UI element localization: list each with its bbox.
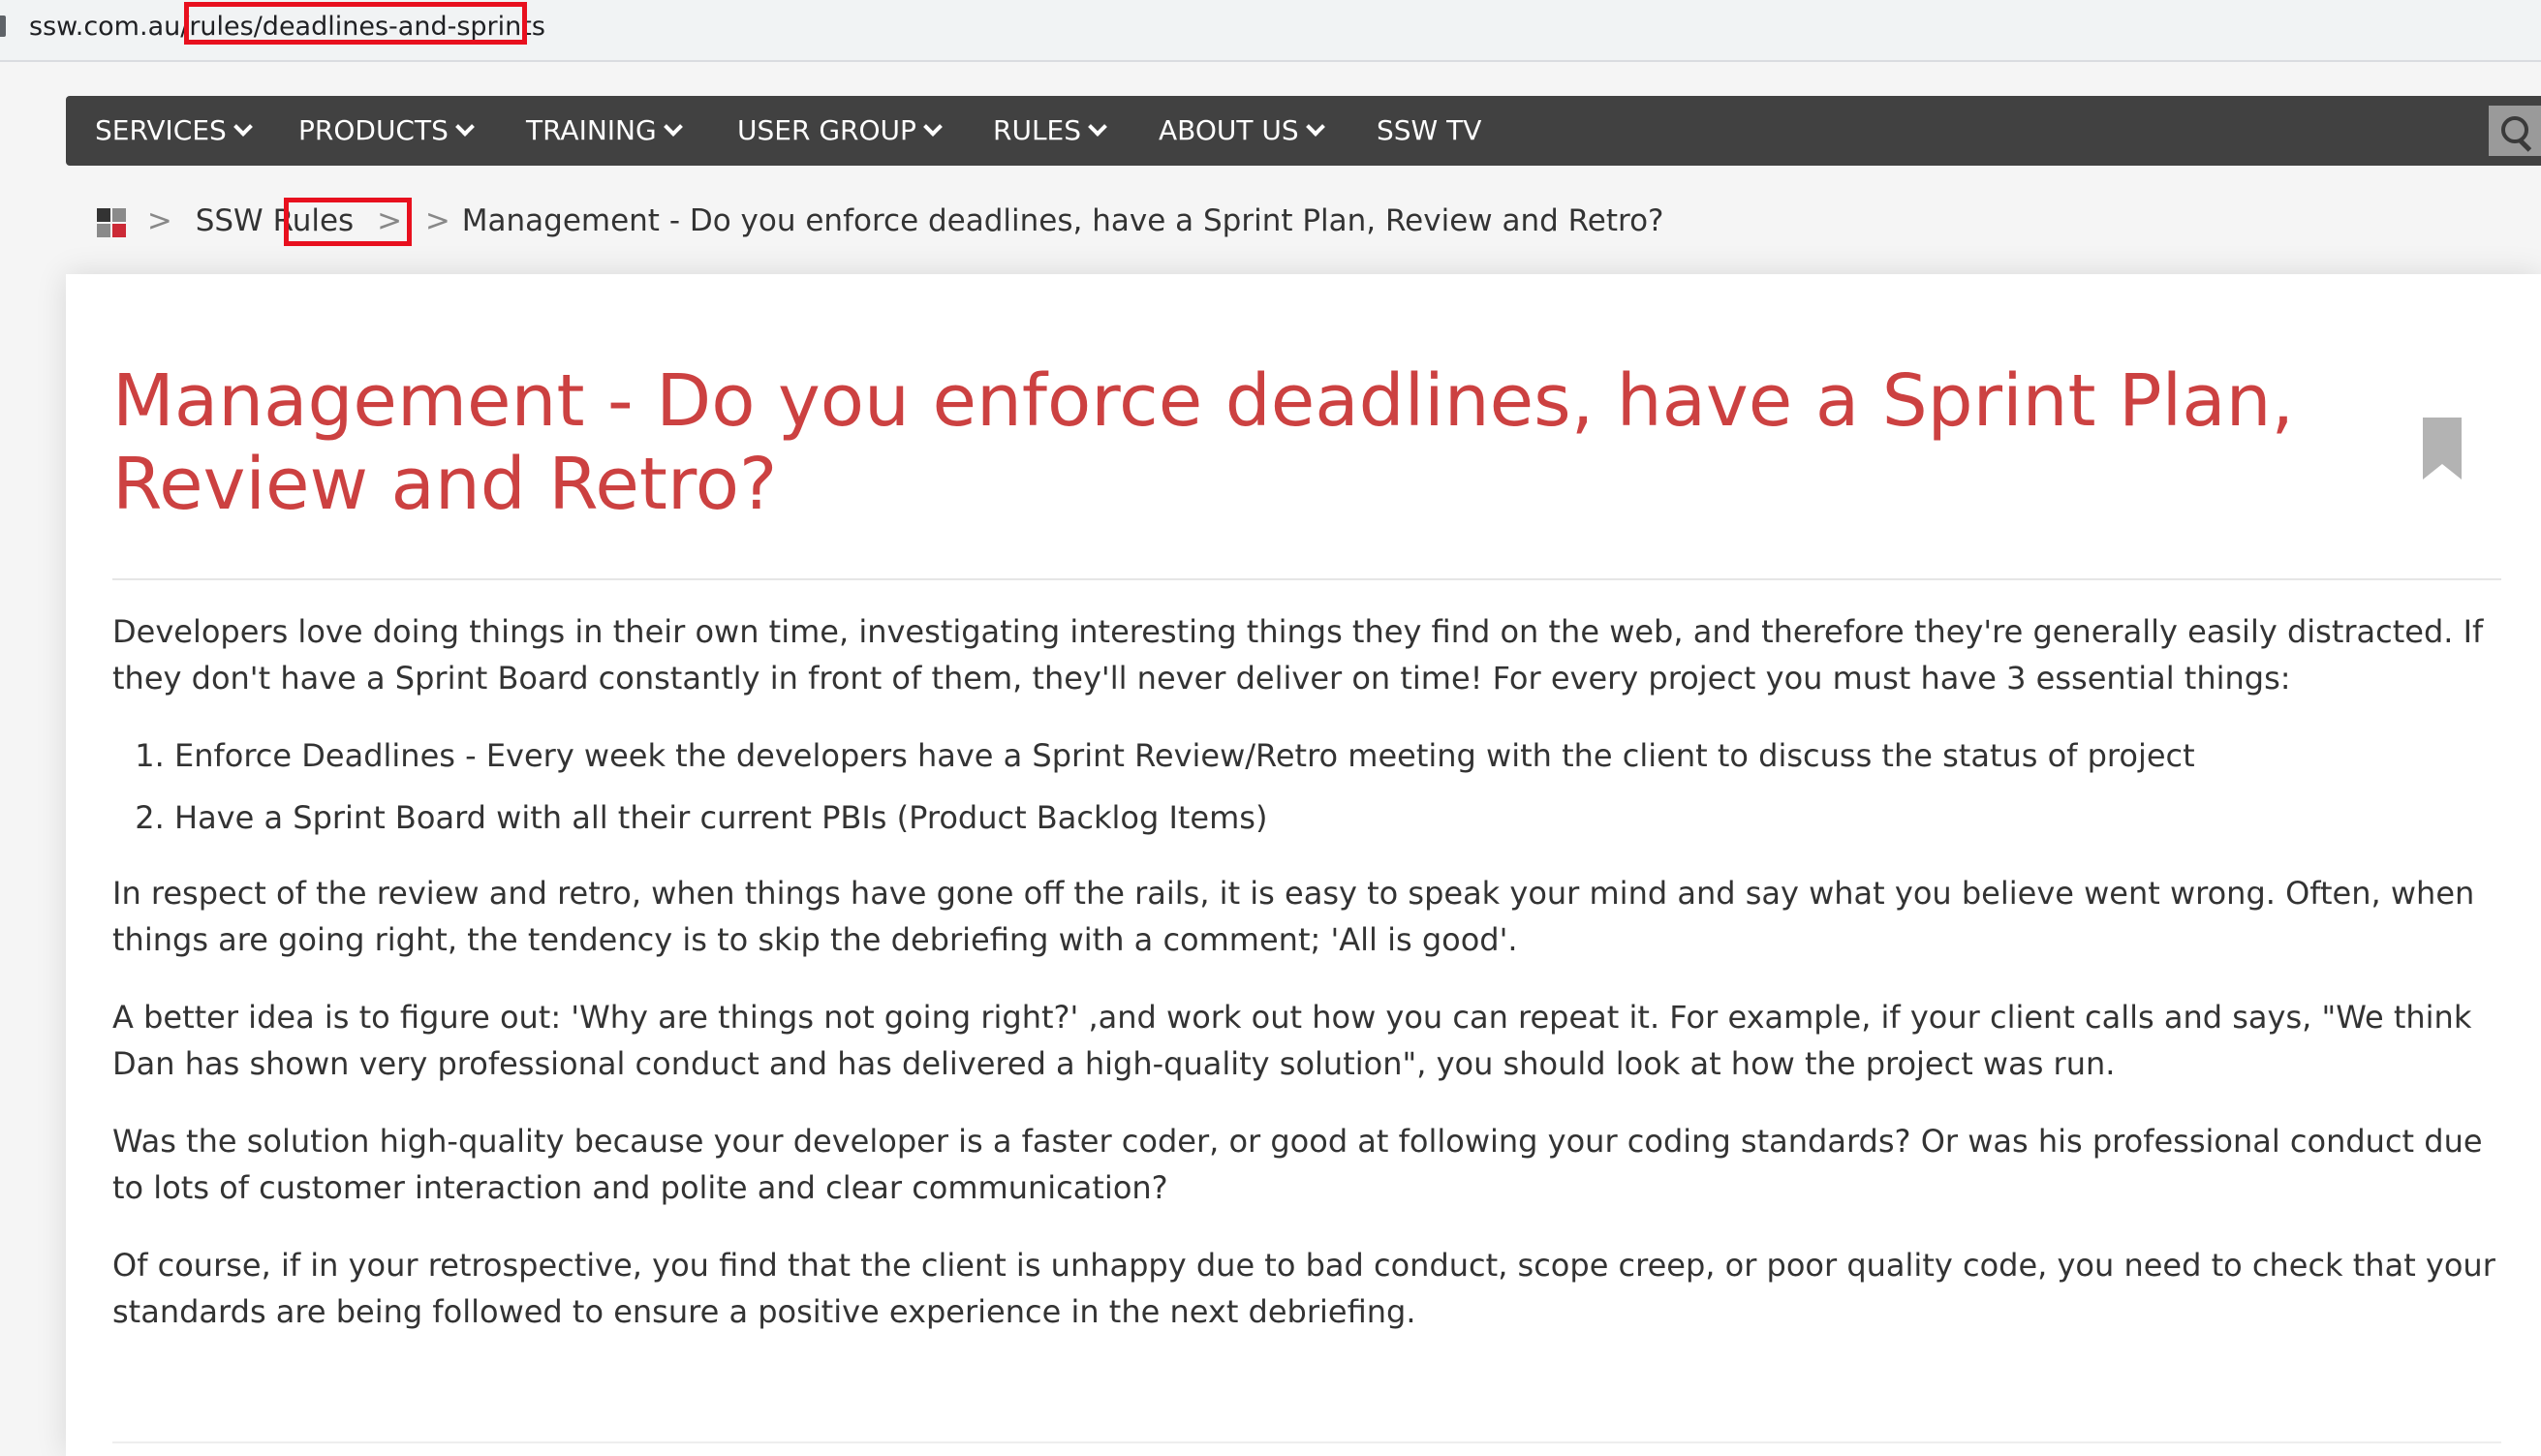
rule-paragraph: Of course, if in your retrospective, you… <box>112 1247 2495 1330</box>
nav-item-label: SERVICES <box>95 114 227 146</box>
essentials-list: Enforce Deadlines - Every week the devel… <box>112 732 2505 841</box>
rule-content: Developers love doing things in their ow… <box>112 608 2505 1366</box>
address-bar[interactable]: ssw.com.au/rules/deadlines-and-sprints <box>0 0 2541 62</box>
chevron-down-icon <box>454 117 475 137</box>
search-icon-handle <box>2518 139 2532 152</box>
nav-item-label: USER GROUP <box>737 114 916 146</box>
nav-item-ssw-tv[interactable]: SSW TV <box>1377 96 1481 166</box>
bookmark-icon[interactable] <box>2423 418 2462 464</box>
chevron-down-icon <box>232 117 253 137</box>
bookmark-icon-notch[interactable] <box>2423 464 2462 480</box>
rule-paragraph: Was the solution high-quality because yo… <box>112 1123 2483 1206</box>
nav-item-services[interactable]: SERVICES <box>95 96 253 166</box>
search-button[interactable] <box>2489 106 2541 156</box>
nav-item-label: PRODUCTS <box>298 114 449 146</box>
nav-item-label: RULES <box>993 114 1082 146</box>
rule-intro: Developers love doing things in their ow… <box>112 613 2484 697</box>
nav-item-label: TRAINING <box>526 114 657 146</box>
chevron-down-icon <box>922 117 943 137</box>
nav-item-training[interactable]: TRAINING <box>526 96 683 166</box>
breadcrumb-current: Management - Do you enforce deadlines, h… <box>461 203 1664 238</box>
chevron-down-icon <box>1088 117 1107 137</box>
chevron-down-icon <box>663 117 683 137</box>
search-icon <box>2501 116 2528 143</box>
rule-title: Management - Do you enforce deadlines, h… <box>112 359 2295 526</box>
breadcrumb-separator: > <box>424 203 450 238</box>
rule-paragraph: A better idea is to figure out: 'Why are… <box>112 999 2472 1082</box>
list-item: Enforce Deadlines - Every week the devel… <box>174 732 2505 779</box>
chevron-down-icon <box>1305 117 1325 137</box>
top-navigation: SERVICES PRODUCTS TRAINING USER GROUP RU… <box>66 96 2541 166</box>
rule-card: Management - Do you enforce deadlines, h… <box>66 274 2541 1456</box>
nav-item-products[interactable]: PRODUCTS <box>298 96 475 166</box>
ssw-logo-icon[interactable] <box>97 207 126 237</box>
nav-item-label: ABOUT US <box>1159 114 1299 146</box>
nav-item-user-group[interactable]: USER GROUP <box>737 96 943 166</box>
url-highlight-box <box>184 2 527 45</box>
breadcrumb-separator: > <box>146 203 172 238</box>
title-divider <box>112 578 2501 580</box>
nav-item-label: SSW TV <box>1377 114 1482 146</box>
content-bottom-divider <box>112 1441 2501 1443</box>
nav-item-rules[interactable]: RULES <box>993 96 1107 166</box>
list-item: Have a Sprint Board with all their curre… <box>174 794 2505 841</box>
lock-icon <box>0 15 6 37</box>
breadcrumb-highlight-box <box>284 198 412 246</box>
rule-paragraph: In respect of the review and retro, when… <box>112 875 2475 958</box>
nav-item-about-us[interactable]: ABOUT US <box>1159 96 1325 166</box>
